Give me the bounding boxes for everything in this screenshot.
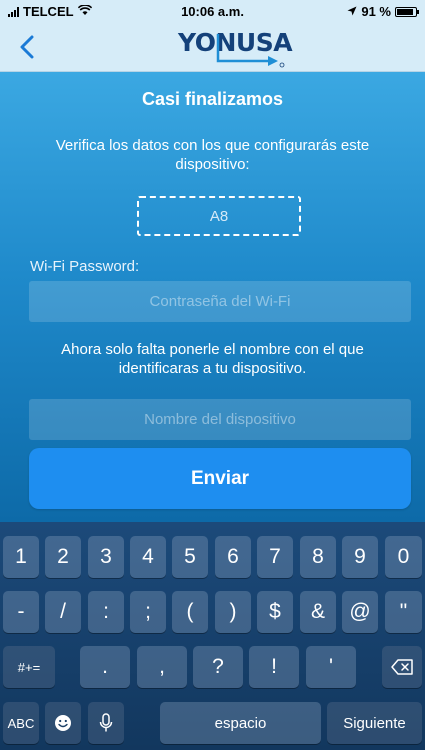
battery-percent: 91 % — [361, 4, 391, 19]
key-symbols[interactable]: #+= — [3, 646, 55, 688]
status-right: 91 % — [347, 4, 419, 19]
next-key[interactable]: Siguiente — [327, 702, 422, 744]
key-apostrophe[interactable]: ' — [306, 646, 356, 688]
key-at[interactable]: @ — [342, 591, 378, 633]
send-button[interactable]: Enviar — [29, 448, 411, 509]
nav-bar: YONUSA — [0, 22, 425, 72]
status-bar: TELCEL 10:06 a.m. 91 % — [0, 0, 425, 22]
key-period[interactable]: . — [80, 646, 130, 688]
key-slash[interactable]: / — [45, 591, 81, 633]
emoji-icon — [55, 715, 71, 731]
key-3[interactable]: 3 — [88, 536, 124, 578]
location-arrow-icon — [347, 4, 357, 19]
key-colon[interactable]: : — [88, 591, 124, 633]
key-1[interactable]: 1 — [3, 536, 39, 578]
name-instruction: Ahora solo falta ponerle el nombre con e… — [61, 341, 364, 377]
device-name-input[interactable] — [29, 399, 411, 440]
emoji-key[interactable] — [45, 702, 81, 744]
microphone-icon — [99, 713, 113, 732]
wifi-password-label: Wi-Fi Password: — [30, 258, 140, 275]
page-title: Casi finalizamos — [141, 89, 284, 109]
chevron-left-icon — [20, 35, 34, 59]
key-5[interactable]: 5 — [172, 536, 208, 578]
key-2[interactable]: 2 — [45, 536, 81, 578]
key-exclamation[interactable]: ! — [249, 646, 299, 688]
wifi-password-input[interactable] — [29, 281, 411, 322]
dictation-key[interactable] — [88, 702, 124, 744]
key-semicolon[interactable]: ; — [130, 591, 166, 633]
yonusa-logo: YONUSA — [170, 26, 293, 68]
key-4[interactable]: 4 — [130, 536, 166, 578]
key-comma[interactable]: , — [137, 646, 187, 688]
logo-arrow-icon — [216, 34, 285, 68]
space-key[interactable]: espacio — [160, 702, 321, 744]
key-dollar[interactable]: $ — [257, 591, 293, 633]
key-7[interactable]: 7 — [257, 536, 293, 578]
keyboard: 1 2 3 4 5 6 7 8 9 0 - / : ; ( ) $ & @ " … — [0, 522, 425, 750]
key-ampersand[interactable]: & — [300, 591, 336, 633]
backspace-icon — [391, 659, 413, 675]
key-abc[interactable]: ABC — [3, 702, 39, 744]
key-8[interactable]: 8 — [300, 536, 336, 578]
key-0[interactable]: 0 — [385, 536, 422, 578]
key-question[interactable]: ? — [193, 646, 243, 688]
key-open-paren[interactable]: ( — [172, 591, 208, 633]
device-id-box: A8 — [137, 196, 301, 236]
key-hyphen[interactable]: - — [3, 591, 39, 633]
backspace-key[interactable] — [382, 646, 422, 688]
battery-icon — [395, 6, 419, 17]
key-6[interactable]: 6 — [215, 536, 251, 578]
key-9[interactable]: 9 — [342, 536, 378, 578]
key-quote[interactable]: " — [385, 591, 422, 633]
verify-description: Verifica los datos con los que configura… — [55, 137, 370, 173]
main-content: Casi finalizamos Verifica los datos con … — [0, 72, 425, 522]
key-close-paren[interactable]: ) — [215, 591, 251, 633]
battery-fill — [397, 8, 414, 15]
back-button[interactable] — [14, 32, 40, 62]
